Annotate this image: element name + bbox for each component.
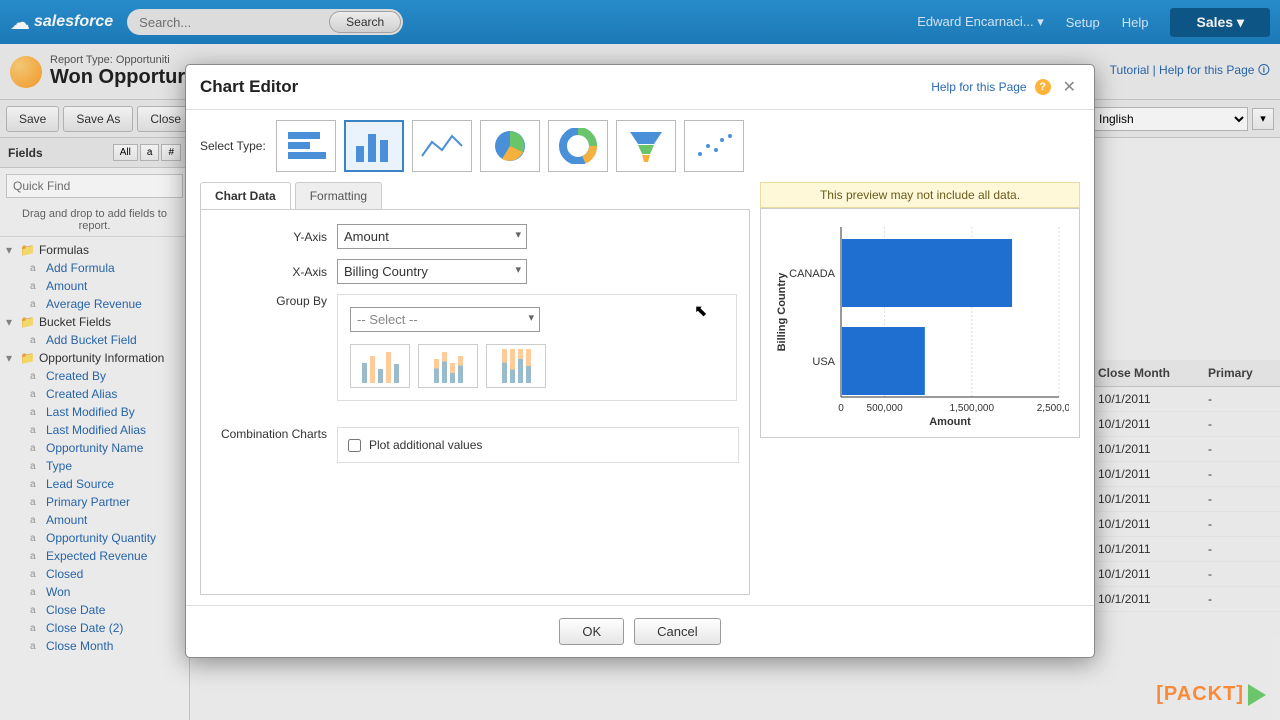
group-style-full[interactable] — [486, 344, 546, 388]
preview-note: This preview may not include all data. — [760, 182, 1080, 208]
chart-preview: CANADA USA 0 500,000 1,500,000 2,500,000 Amoun… — [760, 208, 1080, 438]
play-icon — [1248, 684, 1266, 706]
x-axis-label: X-Axis — [211, 265, 327, 279]
tab-formatting[interactable]: Formatting — [295, 182, 382, 209]
close-icon[interactable]: ✕ — [1059, 77, 1080, 97]
select-type-label: Select Type: — [200, 139, 266, 153]
cancel-button[interactable]: Cancel — [634, 618, 720, 645]
group-by-label: Group By — [211, 294, 327, 308]
plot-additional-checkbox[interactable] — [348, 439, 361, 452]
svg-text:500,000: 500,000 — [867, 403, 904, 414]
chart-type-hbar[interactable] — [276, 120, 336, 172]
svg-text:USA: USA — [812, 356, 835, 368]
y-axis-label: Y-Axis — [211, 230, 327, 244]
plot-additional-label: Plot additional values — [369, 438, 482, 452]
group-style-side[interactable] — [350, 344, 410, 388]
chart-type-donut[interactable] — [548, 120, 608, 172]
ok-button[interactable]: OK — [559, 618, 624, 645]
chart-type-line[interactable] — [412, 120, 472, 172]
modal-title: Chart Editor — [200, 77, 298, 97]
group-by-select[interactable]: -- Select -- — [350, 307, 540, 332]
group-style-stack[interactable] — [418, 344, 478, 388]
chart-type-funnel[interactable] — [616, 120, 676, 172]
svg-text:2,500,000: 2,500,000 — [1037, 403, 1069, 414]
chart-type-scatter[interactable] — [684, 120, 744, 172]
chart-editor-modal: Chart Editor Help for this Page ? ✕ Sele… — [185, 64, 1095, 658]
combo-label: Combination Charts — [211, 427, 327, 443]
svg-text:Billing Country: Billing Country — [776, 272, 788, 352]
watermark: [PACKT] — [1156, 683, 1266, 706]
svg-text:Amount: Amount — [929, 416, 971, 427]
svg-text:0: 0 — [838, 403, 844, 414]
svg-text:CANADA: CANADA — [789, 268, 836, 280]
svg-text:1,500,000: 1,500,000 — [950, 403, 995, 414]
y-axis-select[interactable]: Amount — [337, 224, 527, 249]
modal-help-link[interactable]: Help for this Page — [931, 80, 1026, 94]
x-axis-select[interactable]: Billing Country — [337, 259, 527, 284]
chart-type-pie[interactable] — [480, 120, 540, 172]
chart-type-vbar[interactable] — [344, 120, 404, 172]
help-icon[interactable]: ? — [1035, 79, 1051, 95]
tab-chart-data[interactable]: Chart Data — [200, 182, 291, 209]
